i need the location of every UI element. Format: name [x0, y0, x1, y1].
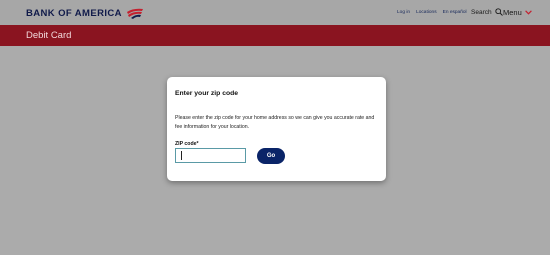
menu-label: Menu — [503, 8, 522, 17]
locations-link[interactable]: Locations — [416, 10, 437, 15]
page-banner — [0, 25, 550, 46]
search-icon — [494, 8, 503, 16]
logo-text: BANK OF AMERICA — [26, 8, 122, 19]
site-header: BANK OF AMERICA Log in Locations En espa… — [0, 0, 550, 25]
text-cursor — [181, 151, 182, 160]
login-link[interactable]: Log in — [397, 10, 410, 15]
page-title: Debit Card — [26, 30, 72, 41]
search-button[interactable]: Search — [471, 8, 503, 16]
bank-logo[interactable]: BANK OF AMERICA — [26, 8, 145, 19]
flag-logo-icon — [126, 8, 143, 19]
search-label: Search — [471, 8, 492, 16]
chevron-down-icon — [524, 10, 532, 15]
modal-title: Enter your zip code — [175, 90, 239, 97]
espanol-link[interactable]: En español — [443, 10, 467, 15]
zip-code-input[interactable] — [175, 148, 246, 163]
go-button[interactable]: Go — [257, 148, 285, 164]
utility-links: Log in Locations En español — [397, 10, 467, 15]
zip-code-label: ZIP code* — [175, 141, 199, 147]
modal-description: Please enter the zip code for your home … — [175, 115, 375, 130]
zip-code-modal: Enter your zip code Please enter the zip… — [167, 77, 386, 181]
menu-button[interactable]: Menu — [503, 8, 532, 17]
